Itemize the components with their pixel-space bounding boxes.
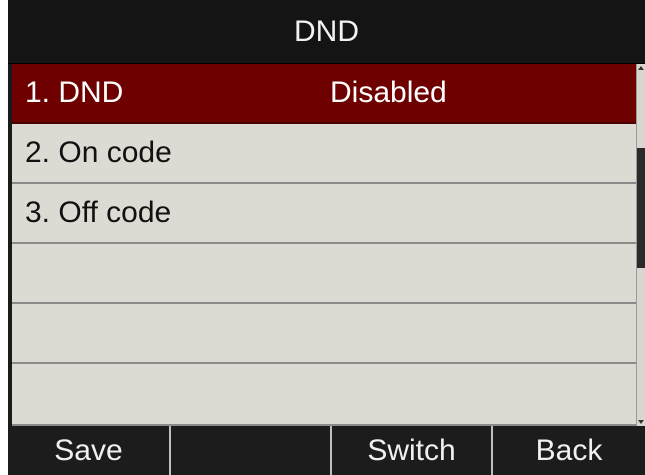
back-softkey[interactable]: Back: [493, 426, 645, 475]
scrollbar-thumb[interactable]: [637, 147, 645, 268]
list-item-label: 2. On code: [25, 136, 172, 169]
save-softkey[interactable]: Save: [8, 426, 171, 475]
list-item-label: 3. Off code: [25, 196, 172, 229]
switch-softkey[interactable]: Switch: [332, 426, 493, 475]
list-item-label: 1. DND: [25, 76, 124, 109]
list-item-dnd[interactable]: 1. DND Disabled: [12, 64, 636, 124]
scroll-down-arrow-icon: [638, 420, 644, 424]
scrollbar[interactable]: [636, 64, 645, 426]
list-item-off-code[interactable]: 3. Off code: [12, 184, 636, 244]
softkey-bar: Save Switch Back: [8, 426, 645, 475]
settings-list: 1. DND Disabled 2. On code 3. Off code: [12, 64, 636, 426]
scroll-up-arrow-icon: [638, 66, 644, 70]
list-item-empty: [12, 364, 636, 426]
list-item-empty: [12, 304, 636, 364]
empty-softkey[interactable]: [171, 426, 332, 475]
phone-screen: DND 1. DND Disabled 2. On code 3. Off co…: [8, 0, 645, 475]
list-item-empty: [12, 244, 636, 304]
list-item-on-code[interactable]: 2. On code: [12, 124, 636, 184]
screen-title: DND: [8, 0, 645, 64]
list-item-value: Disabled: [330, 76, 447, 109]
